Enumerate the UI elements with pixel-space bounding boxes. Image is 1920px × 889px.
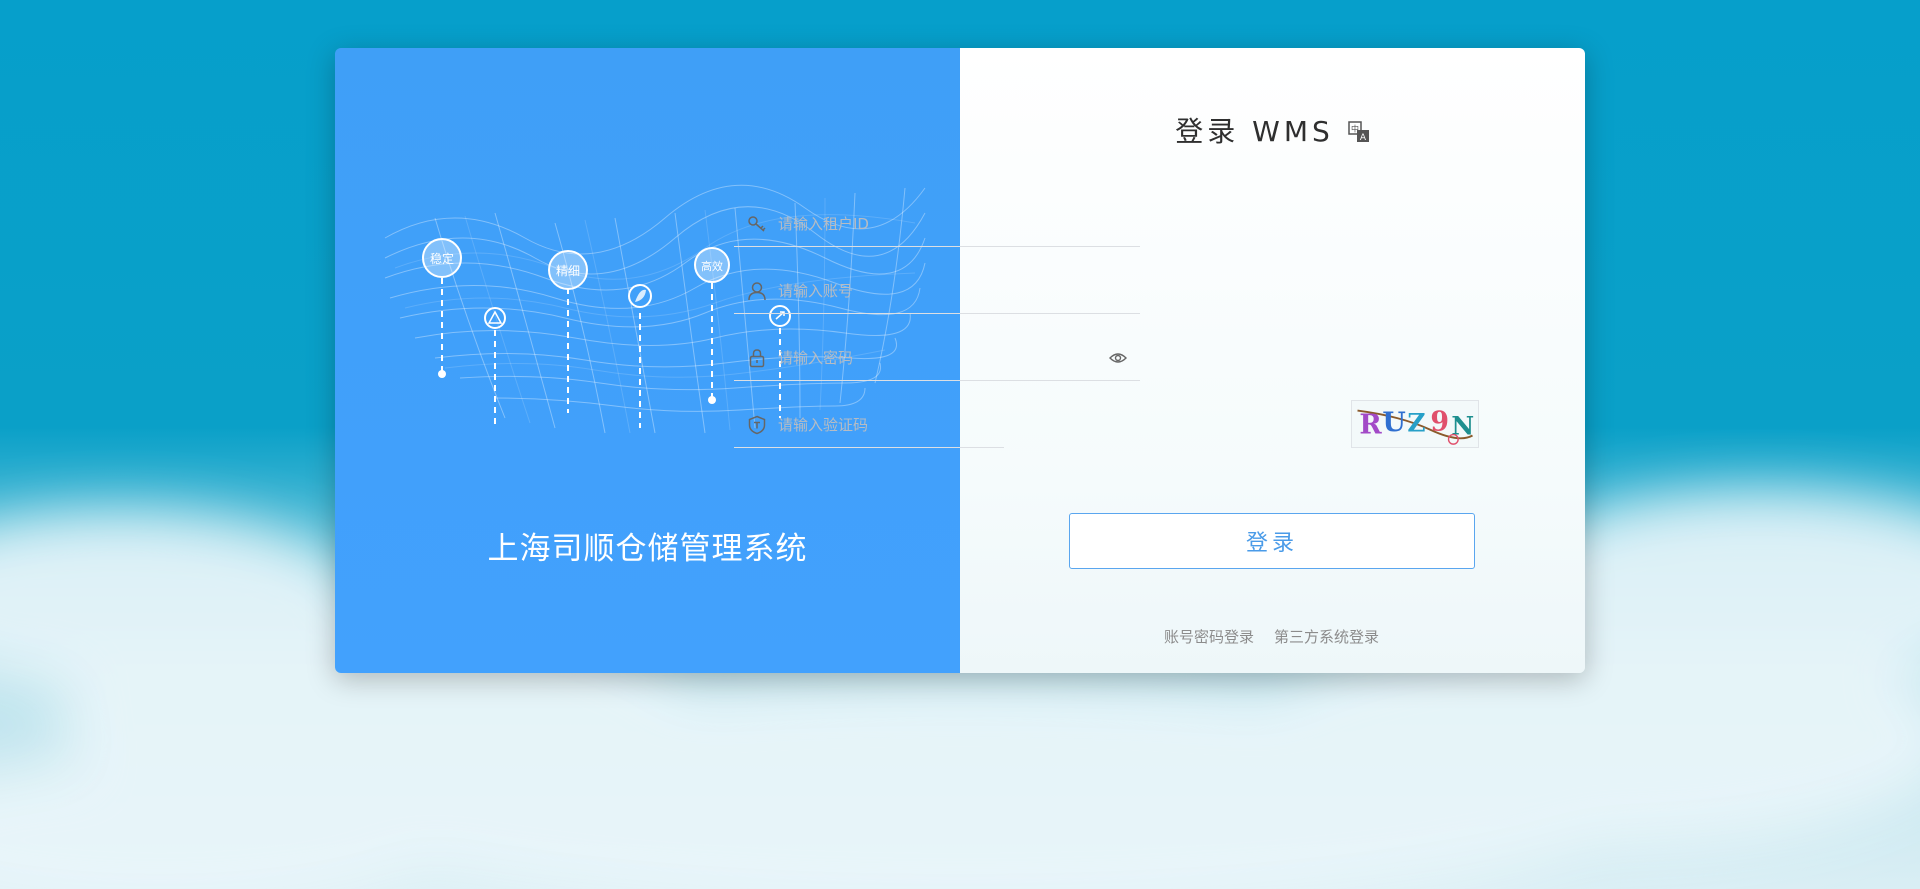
captcha-char: 9 <box>1430 407 1449 438</box>
language-switch-icon[interactable]: 中 A <box>1348 121 1370 143</box>
tenant-id-input[interactable] <box>778 203 1140 244</box>
login-method-links: 账号密码登录 第三方系统登录 <box>1164 626 1379 647</box>
account-field <box>734 268 1140 314</box>
show-password-eye-icon[interactable] <box>1108 348 1128 368</box>
svg-text:精细: 精细 <box>556 264 580 278</box>
efficient-badge: 高效 <box>694 247 730 283</box>
password-field <box>734 335 1140 381</box>
login-button[interactable]: 登录 <box>1069 513 1475 569</box>
lock-icon <box>746 347 768 369</box>
captcha-image[interactable]: R U Z 9 N <box>1351 400 1479 448</box>
key-icon <box>746 213 768 235</box>
system-name: 上海司顺仓储管理系统 <box>487 531 808 567</box>
captcha-char: R <box>1359 410 1382 441</box>
account-input[interactable] <box>778 270 1140 311</box>
svg-text:稳定: 稳定 <box>430 251 454 266</box>
captcha-char: U <box>1382 408 1405 439</box>
stable-badge: 稳定 <box>422 238 462 278</box>
third-party-login-link[interactable]: 第三方系统登录 <box>1274 626 1379 647</box>
user-icon <box>746 280 768 302</box>
captcha-field <box>734 402 1004 448</box>
svg-text:A: A <box>1360 133 1367 143</box>
login-title: 登录 WMS <box>1175 115 1334 148</box>
captcha-char: N <box>1451 412 1474 441</box>
shield-icon <box>746 414 768 436</box>
tenant-id-field <box>734 201 1140 247</box>
captcha-char: Z <box>1407 409 1425 438</box>
password-input[interactable] <box>778 337 1108 378</box>
svg-text:高效: 高效 <box>701 259 723 273</box>
account-password-login-link[interactable]: 账号密码登录 <box>1164 626 1254 647</box>
captcha-input[interactable] <box>778 404 1004 445</box>
refined-badge: 精细 <box>548 250 588 290</box>
